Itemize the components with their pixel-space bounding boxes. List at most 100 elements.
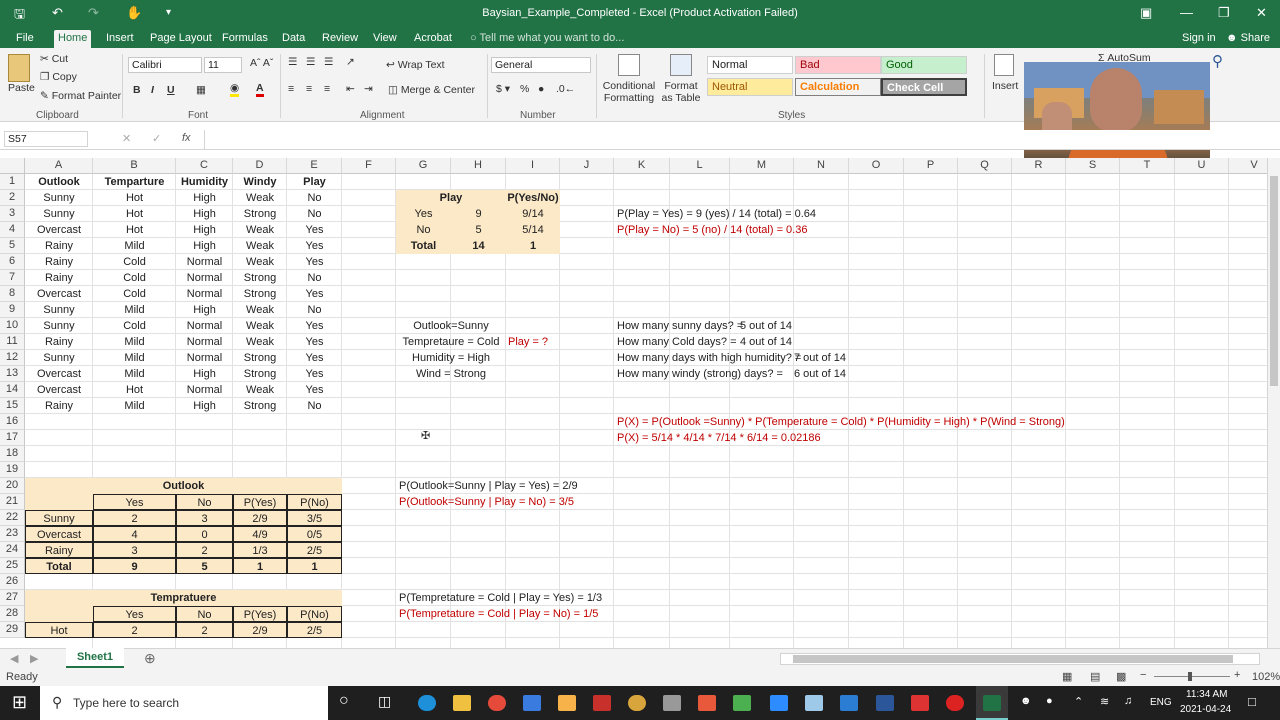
insert-cells-button[interactable]: Insert — [992, 80, 1018, 92]
row-header-22[interactable]: 22 — [0, 510, 25, 526]
row-header-20[interactable]: 20 — [0, 478, 25, 494]
increase-indent-icon[interactable]: ⇥ — [364, 83, 373, 95]
dataset-cell[interactable]: Yes — [287, 366, 342, 382]
font-size-box[interactable]: 11 — [204, 57, 242, 73]
outlook-table-cell[interactable]: 1 — [233, 558, 287, 574]
excel-taskbar-item[interactable] — [976, 686, 1008, 720]
dataset-cell[interactable]: Mild — [93, 334, 176, 350]
column-header-G[interactable]: G — [396, 158, 451, 174]
orientation-icon[interactable]: ↗ — [346, 56, 355, 68]
note-outlook-yes[interactable]: P(Outlook=Sunny | Play = Yes) = 2/9 — [396, 478, 670, 494]
cancel-icon[interactable]: ✕ — [122, 132, 131, 145]
note-cold-a[interactable]: 4 out of 14 — [730, 334, 904, 350]
temp-table-header[interactable]: Yes — [93, 606, 176, 622]
outlook-table-title[interactable]: Outlook — [25, 478, 342, 494]
play-table-cell[interactable]: 9/14 — [506, 206, 560, 222]
outlook-table-cell[interactable]: 0/5 — [287, 526, 342, 542]
format-as-table-icon[interactable] — [670, 54, 692, 76]
play-table-cell[interactable]: 14 — [451, 238, 506, 254]
play-table-header[interactable]: Play — [396, 190, 506, 206]
row-header-2[interactable]: 2 — [0, 190, 25, 206]
tab-formulas[interactable]: Formulas — [218, 30, 272, 48]
query-outlook[interactable]: Outlook=Sunny — [396, 318, 506, 334]
dataset-cell[interactable]: Rainy — [25, 334, 93, 350]
dataset-header[interactable]: Outlook — [25, 174, 93, 190]
row-header-15[interactable]: 15 — [0, 398, 25, 414]
row-header-10[interactable]: 10 — [0, 318, 25, 334]
play-table-cell[interactable]: 5/14 — [506, 222, 560, 238]
row-header-4[interactable]: 4 — [0, 222, 25, 238]
temp-table-header[interactable]: P(No) — [287, 606, 342, 622]
play-table-header[interactable]: P(Yes/No) — [506, 190, 560, 206]
dataset-cell[interactable]: Sunny — [25, 350, 93, 366]
column-header-E[interactable]: E — [287, 158, 342, 174]
app-icon-8[interactable] — [946, 695, 964, 711]
conditional-formatting-icon[interactable] — [618, 54, 640, 76]
font-color-icon[interactable]: A — [256, 82, 264, 97]
column-header-M[interactable]: M — [730, 158, 794, 174]
dataset-cell[interactable]: No — [287, 270, 342, 286]
dataset-cell[interactable]: Mild — [93, 350, 176, 366]
outlook-table-cell[interactable]: Total — [25, 558, 93, 574]
dataset-cell[interactable]: Sunny — [25, 190, 93, 206]
query-wind[interactable]: Wind = Strong — [396, 366, 506, 382]
dataset-cell[interactable]: Rainy — [25, 238, 93, 254]
row-header-24[interactable]: 24 — [0, 542, 25, 558]
column-header-T[interactable]: T — [1120, 158, 1175, 174]
format-as-table-button[interactable]: Format as Table — [658, 80, 704, 104]
dataset-cell[interactable]: Weak — [233, 318, 287, 334]
dataset-cell[interactable]: Yes — [287, 222, 342, 238]
maximize-icon[interactable]: ❐ — [1218, 5, 1230, 21]
tab-acrobat[interactable]: Acrobat — [410, 30, 456, 48]
dataset-cell[interactable]: Weak — [233, 190, 287, 206]
temp-table-header[interactable]: P(Yes) — [233, 606, 287, 622]
row-header-6[interactable]: 6 — [0, 254, 25, 270]
dataset-cell[interactable]: No — [287, 206, 342, 222]
column-header-O[interactable]: O — [849, 158, 904, 174]
borders-icon[interactable]: ▦ — [196, 84, 206, 96]
align-left-icon[interactable]: ≡ — [288, 83, 294, 95]
outlook-table-cell[interactable]: 2 — [93, 510, 176, 526]
temp-table-cell[interactable]: 2 — [176, 622, 233, 638]
app-icon-3[interactable] — [628, 695, 646, 711]
row-header-14[interactable]: 14 — [0, 382, 25, 398]
row-header-16[interactable]: 16 — [0, 414, 25, 430]
app-icon-1[interactable] — [523, 695, 541, 711]
normal-view-icon[interactable]: ▦ — [1062, 670, 1072, 683]
align-right-icon[interactable]: ≡ — [324, 83, 330, 95]
temp-table-cell[interactable]: 2/5 — [287, 622, 342, 638]
row-header-27[interactable]: 27 — [0, 590, 25, 606]
percent-icon[interactable]: % — [520, 83, 529, 95]
zoom-in-icon[interactable]: + — [1234, 669, 1240, 681]
play-table-cell[interactable]: Total — [396, 238, 451, 254]
column-header-R[interactable]: R — [1012, 158, 1066, 174]
dataset-cell[interactable]: Strong — [233, 398, 287, 414]
dataset-cell[interactable]: High — [176, 398, 233, 414]
style-check-cell[interactable]: Check Cell — [881, 78, 967, 96]
column-header-C[interactable]: C — [176, 158, 233, 174]
zoom-app-icon[interactable] — [770, 695, 788, 711]
column-header-B[interactable]: B — [93, 158, 176, 174]
dataset-cell[interactable]: Sunny — [25, 206, 93, 222]
column-header-Q[interactable]: Q — [958, 158, 1012, 174]
wrap-text-button[interactable]: ↩ Wrap Text — [386, 59, 445, 71]
dataset-cell[interactable]: Hot — [93, 190, 176, 206]
dataset-cell[interactable]: Strong — [233, 350, 287, 366]
row-header-8[interactable]: 8 — [0, 286, 25, 302]
horizontal-scroll-thumb[interactable] — [793, 655, 1233, 663]
temp-table-cell[interactable]: 2 — [93, 622, 176, 638]
note-p-no[interactable]: P(Play = No) = 5 (no) / 14 (total) = 0.3… — [614, 222, 1012, 238]
column-header-F[interactable]: F — [342, 158, 396, 174]
note-temp-no[interactable]: P(Tempretature = Cold | Play = No) = 1/5 — [396, 606, 670, 622]
query-temp[interactable]: Tempretaure = Cold — [396, 334, 506, 350]
note-temp-yes[interactable]: P(Tempretature = Cold | Play = Yes) = 1/… — [396, 590, 670, 606]
insert-cells-icon[interactable] — [994, 54, 1014, 76]
dataset-cell[interactable]: Weak — [233, 382, 287, 398]
play-table-cell[interactable]: 1 — [506, 238, 560, 254]
dataset-cell[interactable]: Hot — [93, 222, 176, 238]
query-humidity[interactable]: Humidity = High — [396, 350, 506, 366]
close-icon[interactable]: ✕ — [1256, 5, 1267, 21]
cut-button[interactable]: ✂ Cut — [40, 53, 68, 65]
play-table-cell[interactable]: 5 — [451, 222, 506, 238]
note-outlook-no[interactable]: P(Outlook=Sunny | Play = No) = 3/5 — [396, 494, 670, 510]
